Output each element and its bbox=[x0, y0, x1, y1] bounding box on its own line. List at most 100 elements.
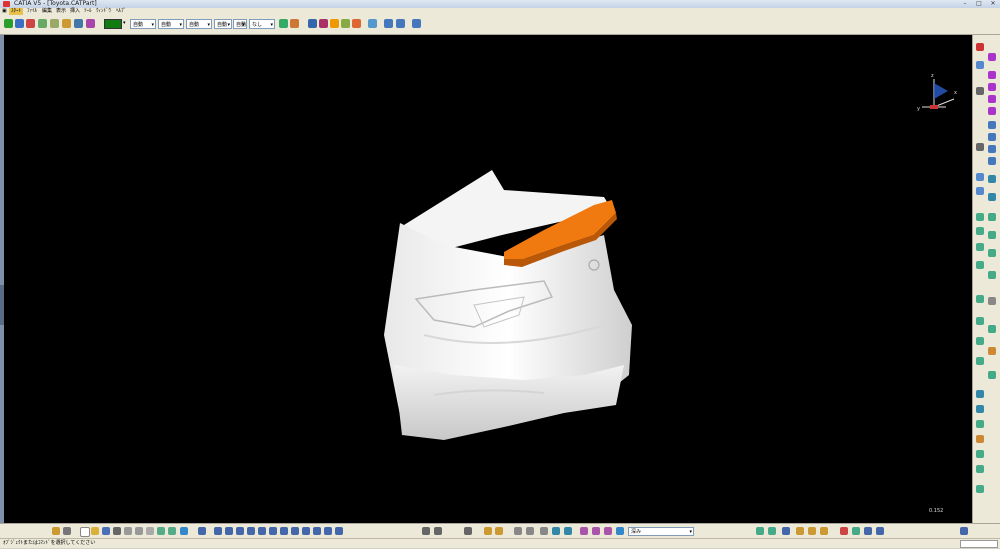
line-icon[interactable] bbox=[976, 87, 984, 95]
paint-icon[interactable] bbox=[38, 19, 47, 28]
line-type-select[interactable]: 自動 ▾ bbox=[130, 19, 156, 29]
measure-distance-icon[interactable] bbox=[988, 347, 996, 355]
boolean-icon[interactable] bbox=[976, 295, 984, 303]
inertia-icon[interactable] bbox=[540, 527, 548, 535]
blend-icon[interactable] bbox=[988, 95, 996, 103]
render-select[interactable]: なし ▾ bbox=[249, 19, 275, 29]
menu-tools[interactable]: ﾂｰﾙ bbox=[84, 8, 92, 15]
whats-this-icon[interactable] bbox=[180, 527, 188, 535]
solid-icon[interactable] bbox=[988, 121, 996, 129]
maximize-button[interactable]: □ bbox=[972, 0, 986, 7]
grid-icon[interactable] bbox=[988, 297, 996, 305]
print-icon[interactable] bbox=[113, 527, 121, 535]
apply-material-icon[interactable] bbox=[384, 19, 393, 28]
pocket-icon[interactable] bbox=[988, 133, 996, 141]
linetype-select[interactable]: 自動 ▾ bbox=[186, 19, 212, 29]
grid-view-icon[interactable] bbox=[335, 527, 343, 535]
cut-icon[interactable] bbox=[124, 527, 132, 535]
specification-icon[interactable] bbox=[434, 527, 442, 535]
paste-icon[interactable] bbox=[146, 527, 154, 535]
menu-start[interactable]: ｽﾀｰﾄ bbox=[9, 8, 24, 15]
blend-surface-icon[interactable] bbox=[976, 420, 984, 428]
fill-icon[interactable] bbox=[988, 107, 996, 115]
iso-view-icon[interactable] bbox=[291, 527, 299, 535]
workbench-icon-5[interactable] bbox=[808, 527, 816, 535]
curvature-icon[interactable] bbox=[988, 371, 996, 379]
color-dropdown-arrow[interactable]: ▾ bbox=[123, 20, 126, 26]
workbench-icon-2[interactable] bbox=[768, 527, 776, 535]
menu-file[interactable]: ﾌｧｲﾙ bbox=[27, 8, 37, 15]
fly-mode-icon[interactable] bbox=[198, 527, 206, 535]
curve-icon[interactable] bbox=[976, 143, 984, 151]
multi-view-icon[interactable] bbox=[280, 527, 288, 535]
workbench-icon-9[interactable] bbox=[864, 527, 872, 535]
paint-brush-icon[interactable] bbox=[52, 527, 60, 535]
sweep-icon[interactable] bbox=[988, 83, 996, 91]
workbench-icon-4[interactable] bbox=[796, 527, 804, 535]
undo-icon[interactable] bbox=[157, 527, 165, 535]
symmetry-icon[interactable] bbox=[976, 243, 984, 251]
render-style-icon[interactable] bbox=[412, 19, 421, 28]
extrude-icon[interactable] bbox=[988, 53, 996, 61]
menu-help[interactable]: ﾍﾙﾌﾟ bbox=[116, 8, 126, 15]
edit-icon[interactable] bbox=[352, 19, 361, 28]
remove-icon[interactable] bbox=[976, 337, 984, 345]
split-icon[interactable] bbox=[988, 175, 996, 183]
workbench-icon-1[interactable] bbox=[756, 527, 764, 535]
knowledge-icon[interactable] bbox=[495, 527, 503, 535]
spine-icon[interactable] bbox=[976, 450, 984, 458]
copy-icon[interactable] bbox=[135, 527, 143, 535]
sketch-icon[interactable] bbox=[976, 43, 984, 51]
table-icon[interactable] bbox=[552, 527, 560, 535]
intersect-icon[interactable] bbox=[988, 325, 996, 333]
revolve-icon[interactable] bbox=[988, 71, 996, 79]
workbench-icon-7[interactable] bbox=[840, 527, 848, 535]
analysis-icon[interactable] bbox=[368, 19, 377, 28]
rotate-icon[interactable] bbox=[988, 231, 996, 239]
pan-icon[interactable] bbox=[225, 527, 233, 535]
shading-mode-icon[interactable] bbox=[302, 527, 310, 535]
line-weight-select[interactable]: 自動 ▾ bbox=[158, 19, 184, 29]
zoom-in-icon[interactable] bbox=[247, 527, 255, 535]
menu-window[interactable]: ｳｨﾝﾄﾞｳ bbox=[96, 8, 111, 15]
tool-icon[interactable] bbox=[62, 19, 71, 28]
extract-icon[interactable] bbox=[988, 193, 996, 201]
car-rear-model[interactable] bbox=[4, 35, 972, 523]
format-painter-icon[interactable] bbox=[279, 19, 288, 28]
view-mode-select[interactable]: 深み ▾ bbox=[628, 527, 694, 536]
layer-select[interactable]: 自動 ▾ bbox=[233, 19, 247, 29]
translate-icon[interactable] bbox=[976, 227, 984, 235]
select-icon[interactable] bbox=[26, 19, 35, 28]
material-icon[interactable] bbox=[580, 527, 588, 535]
sketch-icon[interactable] bbox=[319, 19, 328, 28]
rotate-view-icon[interactable] bbox=[236, 527, 244, 535]
measure-item-icon[interactable] bbox=[526, 527, 534, 535]
brush-icon[interactable] bbox=[50, 19, 59, 28]
surface-icon[interactable] bbox=[330, 19, 339, 28]
render-icon[interactable] bbox=[592, 527, 600, 535]
trim-icon[interactable] bbox=[976, 187, 984, 195]
new-icon[interactable] bbox=[80, 527, 90, 537]
offset-icon[interactable] bbox=[988, 271, 996, 279]
shell-icon[interactable] bbox=[988, 157, 996, 165]
pointer-icon[interactable] bbox=[308, 19, 317, 28]
normal-view-icon[interactable] bbox=[269, 527, 277, 535]
workbench-icon-8[interactable] bbox=[852, 527, 860, 535]
point-select[interactable]: 自動 ▾ bbox=[214, 19, 232, 29]
capture-icon[interactable] bbox=[464, 527, 472, 535]
fillet-icon[interactable] bbox=[976, 213, 984, 221]
join-icon[interactable] bbox=[341, 19, 350, 28]
formula-icon[interactable] bbox=[63, 527, 71, 535]
open-icon[interactable] bbox=[91, 527, 99, 535]
draft-icon[interactable] bbox=[976, 357, 984, 365]
3d-viewport[interactable]: z x y bbox=[4, 35, 972, 547]
light-icon[interactable] bbox=[616, 527, 624, 535]
color-swatch[interactable] bbox=[104, 19, 122, 29]
workbench-icon-3[interactable] bbox=[782, 527, 790, 535]
properties-icon[interactable] bbox=[290, 19, 299, 28]
shading-icon[interactable] bbox=[396, 19, 405, 28]
scale-icon[interactable] bbox=[988, 249, 996, 257]
transfer-icon[interactable] bbox=[976, 485, 984, 493]
law-icon[interactable] bbox=[976, 435, 984, 443]
hide-show-icon[interactable] bbox=[313, 527, 321, 535]
